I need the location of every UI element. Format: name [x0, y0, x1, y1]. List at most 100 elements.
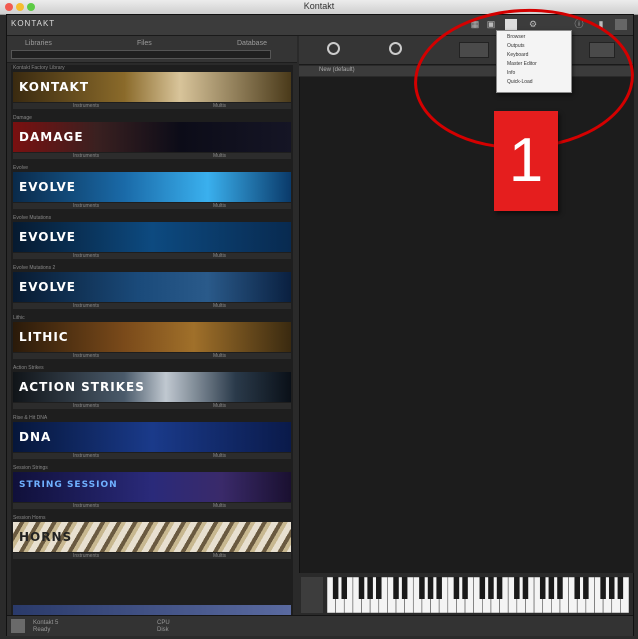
library-entry[interactable]: Damage DAMAGE Instruments Multis [11, 115, 293, 165]
library-name: Evolve Mutations 2 [13, 265, 56, 271]
library-banner[interactable]: ACTION STRIKES [13, 372, 291, 402]
library-entry[interactable]: Evolve EVOLVE Instruments Multis [11, 165, 293, 215]
library-entry[interactable]: Session Strings STRING SESSION Instrumen… [11, 465, 293, 515]
library-name: Lithic [13, 315, 25, 321]
banner-title: ACTION STRIKES [19, 380, 145, 394]
library-entry[interactable]: Lithic LITHIC Instruments Multis [11, 315, 293, 365]
banner-title: DNA [19, 430, 52, 444]
banner-title: EVOLVE [19, 230, 76, 244]
black-key[interactable] [376, 577, 382, 599]
library-entry[interactable]: Rise & Hit DNA DNA Instruments Multis [11, 415, 293, 465]
instruments-link[interactable]: Instruments [73, 503, 99, 509]
status-left-line2: Ready [33, 627, 51, 633]
black-key[interactable] [583, 577, 589, 599]
library-entry[interactable]: Action Strikes ACTION STRIKES Instrument… [11, 365, 293, 415]
multis-link[interactable]: Multis [213, 203, 226, 209]
instruments-link[interactable]: Instruments [73, 453, 99, 459]
ni-logo-icon [615, 19, 627, 30]
library-search-input[interactable] [11, 50, 271, 59]
library-entry[interactable]: Evolve Mutations 2 EVOLVE Instruments Mu… [11, 265, 293, 315]
black-key[interactable] [393, 577, 399, 599]
multis-link[interactable]: Multis [213, 353, 226, 359]
black-key[interactable] [574, 577, 580, 599]
piano-keyboard[interactable] [327, 577, 629, 613]
octave-control[interactable] [301, 577, 323, 613]
instruments-link[interactable]: Instruments [73, 553, 99, 559]
library-list: Kontakt Factory Library KONTAKT Instrume… [11, 65, 293, 617]
instruments-link[interactable]: Instruments [73, 103, 99, 109]
library-banner[interactable]: EVOLVE [13, 272, 291, 302]
instruments-link[interactable]: Instruments [73, 253, 99, 259]
library-strip: Instruments Multis [13, 203, 291, 209]
tab-files[interactable]: Files [137, 40, 152, 47]
banner-title: STRING SESSION [19, 480, 118, 490]
library-banner-partial[interactable] [13, 605, 291, 615]
library-entry[interactable]: Kontakt Factory Library KONTAKT Instrume… [11, 65, 293, 115]
instruments-link[interactable]: Instruments [73, 303, 99, 309]
master-volume-knob-icon[interactable] [389, 42, 402, 55]
multis-link[interactable]: Multis [213, 303, 226, 309]
instruments-link[interactable]: Instruments [73, 403, 99, 409]
multis-link[interactable]: Multis [213, 403, 226, 409]
tab-database[interactable]: Database [237, 40, 267, 47]
status-bar: Kontakt 5 Ready CPU Disk [7, 615, 633, 636]
library-banner[interactable]: DAMAGE [13, 122, 291, 152]
banner-title: DAMAGE [19, 130, 84, 144]
library-banner[interactable]: LITHIC [13, 322, 291, 352]
library-banner[interactable]: HORNS [13, 522, 291, 552]
library-banner[interactable]: KONTAKT [13, 72, 291, 102]
library-name: Damage [13, 115, 32, 121]
library-name: Kontakt Factory Library [13, 65, 65, 71]
status-left-line1: Kontakt 5 [33, 620, 59, 626]
library-banner[interactable]: EVOLVE [13, 172, 291, 202]
black-key[interactable] [436, 577, 442, 599]
black-key[interactable] [496, 577, 503, 599]
library-strip: Instruments Multis [13, 553, 291, 559]
instruments-link[interactable]: Instruments [73, 353, 99, 359]
black-key[interactable] [401, 577, 408, 599]
library-banner[interactable]: STRING SESSION [13, 472, 291, 502]
black-key[interactable] [608, 577, 615, 599]
black-key[interactable] [332, 577, 339, 599]
black-key[interactable] [453, 577, 460, 599]
library-strip: Instruments Multis [13, 353, 291, 359]
multis-link[interactable]: Multis [213, 453, 226, 459]
library-strip: Instruments Multis [13, 453, 291, 459]
black-key[interactable] [522, 577, 529, 599]
library-name: Evolve [13, 165, 29, 171]
library-banner[interactable]: DNA [13, 422, 291, 452]
black-key[interactable] [600, 577, 606, 599]
multis-link[interactable]: Multis [213, 103, 226, 109]
black-key[interactable] [419, 577, 425, 599]
black-key[interactable] [488, 577, 494, 599]
library-banner[interactable]: EVOLVE [13, 222, 291, 252]
library-entry[interactable]: Evolve Mutations EVOLVE Instruments Mult… [11, 215, 293, 265]
black-key[interactable] [427, 577, 434, 599]
library-entry[interactable]: Session Horns HORNS Instruments Multis [11, 515, 293, 565]
step-number-badge: 1 [494, 111, 558, 211]
black-key[interactable] [479, 577, 486, 599]
multi-name[interactable]: New (default) [319, 67, 355, 73]
instruments-link[interactable]: Instruments [73, 203, 99, 209]
black-key[interactable] [341, 577, 348, 599]
black-key[interactable] [557, 577, 563, 599]
keyboard-panel [299, 575, 633, 615]
black-key[interactable] [358, 577, 365, 599]
multis-link[interactable]: Multis [213, 253, 226, 259]
black-key[interactable] [617, 577, 624, 599]
status-mid-line2: Disk [157, 627, 169, 633]
tab-libraries[interactable]: Libraries [25, 40, 52, 47]
library-strip: Instruments Multis [13, 303, 291, 309]
instruments-link[interactable]: Instruments [73, 153, 99, 159]
library-name: Session Horns [13, 515, 46, 521]
black-key[interactable] [539, 577, 546, 599]
multis-link[interactable]: Multis [213, 553, 226, 559]
multis-link[interactable]: Multis [213, 503, 226, 509]
tune-knob-icon[interactable] [327, 42, 340, 55]
black-key[interactable] [462, 577, 468, 599]
instrument-rack[interactable] [299, 77, 634, 573]
multis-link[interactable]: Multis [213, 153, 226, 159]
black-key[interactable] [548, 577, 555, 599]
black-key[interactable] [514, 577, 520, 599]
black-key[interactable] [367, 577, 373, 599]
